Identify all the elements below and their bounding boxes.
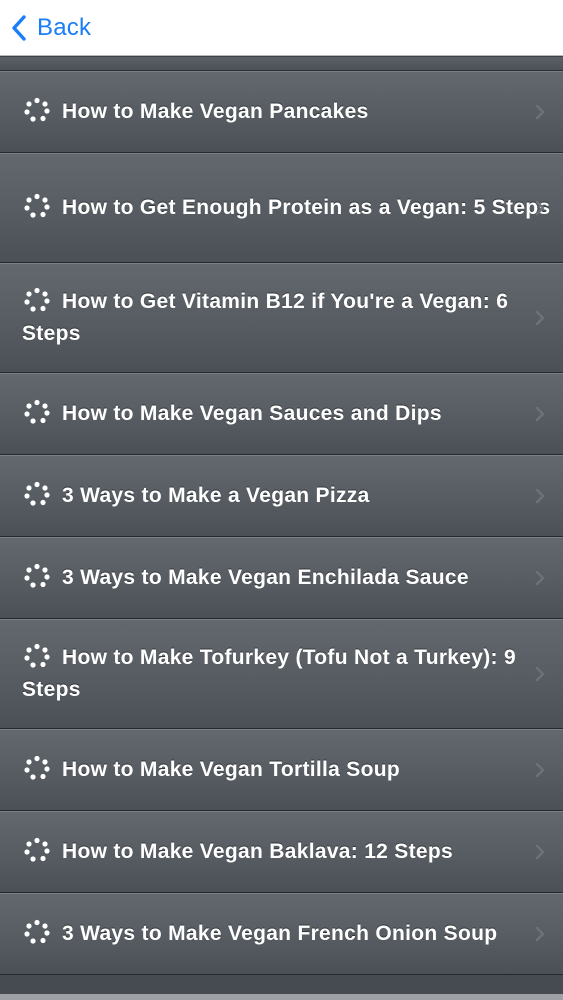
spinner-icon [24,755,50,780]
chevron-right-icon [535,406,545,422]
list-item-3[interactable]: How to Get Vitamin B12 if You're a Vegan… [0,263,563,373]
list-item-7[interactable]: How to Make Tofurkey (Tofu Not a Turkey)… [0,619,563,729]
spinner-icon [24,563,50,588]
list-item-2[interactable]: How to Get Enough Protein as a Vegan: 5 … [0,153,563,263]
list-item-8[interactable]: How to Make Vegan Tortilla Soup [0,729,563,811]
chevron-right-icon [535,488,545,504]
article-list: How to Make Vegan Pancakes How to Get En… [0,57,563,1000]
spinner-icon [24,193,50,218]
bottom-edge [0,994,563,1000]
spinner-icon [24,399,50,424]
chevron-right-icon [535,200,545,216]
list-item-label: How to Make Vegan Baklava: 12 Steps [62,840,453,863]
chevron-right-icon [535,310,545,326]
list-item-1[interactable]: How to Make Vegan Pancakes [0,71,563,153]
list-item-label: How to Get Enough Protein as a Vegan: 5 … [62,196,551,219]
back-label: Back [37,13,92,41]
spinner-icon [24,919,50,944]
list-item-label: How to Get Vitamin B12 if You're a Vegan… [22,290,509,345]
list-item-label: How to Make Tofurkey (Tofu Not a Turkey)… [22,646,516,701]
list-item-9[interactable]: How to Make Vegan Baklava: 12 Steps [0,811,563,893]
chevron-right-icon [535,844,545,860]
list-item-label: How to Make Vegan Pancakes [62,100,369,123]
chevron-right-icon [535,570,545,586]
list-item-10[interactable]: 3 Ways to Make Vegan French Onion Soup [0,893,563,975]
list-item-6[interactable]: 3 Ways to Make Vegan Enchilada Sauce [0,537,563,619]
navigation-bar: Back [0,0,563,56]
list-item-label: 3 Ways to Make a Vegan Pizza [62,484,370,507]
spinner-icon [24,97,50,122]
spinner-icon [24,837,50,862]
spinner-icon [24,481,50,506]
list-top-edge [0,57,563,71]
list-item-5[interactable]: 3 Ways to Make a Vegan Pizza [0,455,563,537]
chevron-right-icon [535,762,545,778]
chevron-right-icon [535,104,545,120]
list-item-label: How to Make Vegan Tortilla Soup [62,758,400,781]
chevron-right-icon [535,926,545,942]
chevron-right-icon [535,666,545,682]
list-item-label: 3 Ways to Make Vegan Enchilada Sauce [62,566,469,589]
spinner-icon [24,643,50,668]
spinner-icon [24,287,50,312]
list-item-label: 3 Ways to Make Vegan French Onion Soup [62,922,498,945]
back-button[interactable]: Back [9,8,91,48]
chevron-left-icon [12,14,26,41]
list-item-label: How to Make Vegan Sauces and Dips [62,402,442,425]
list-item-4[interactable]: How to Make Vegan Sauces and Dips [0,373,563,455]
